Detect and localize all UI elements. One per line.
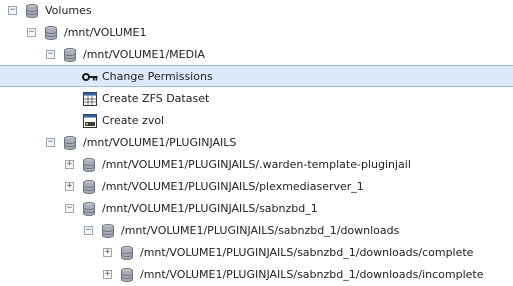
tree-row-label[interactable]: Volumes bbox=[45, 4, 92, 18]
expand-toggle-icon[interactable]: + bbox=[103, 270, 112, 279]
tree-row-create-zfs-dataset[interactable]: Create ZFS Dataset bbox=[0, 88, 513, 110]
collapse-toggle-icon[interactable]: − bbox=[27, 28, 36, 37]
tree-row-media[interactable]: − /mnt/VOLUME1/MEDIA bbox=[0, 44, 513, 66]
expand-toggle-icon[interactable]: + bbox=[103, 248, 112, 257]
tree-row-label[interactable]: /mnt/VOLUME1/PLUGINJAILS/.warden-templat… bbox=[102, 158, 411, 172]
tree-row-label[interactable]: /mnt/VOLUME1/PLUGINJAILS/sabnzbd_1/downl… bbox=[121, 224, 399, 238]
tree-row-label[interactable]: /mnt/VOLUME1 bbox=[64, 26, 146, 40]
tree-row-label[interactable]: /mnt/VOLUME1/PLUGINJAILS/plexmediaserver… bbox=[102, 180, 364, 194]
tree-row-label[interactable]: Create zvol bbox=[102, 114, 164, 128]
tree-row-volumes[interactable]: − Volumes bbox=[0, 0, 513, 22]
database-icon bbox=[62, 47, 78, 63]
tree-row-plexmediaserver[interactable]: + /mnt/VOLUME1/PLUGINJAILS/plexmediaserv… bbox=[0, 176, 513, 198]
dataset-icon bbox=[82, 91, 98, 107]
tree-row-label[interactable]: Change Permissions bbox=[102, 70, 213, 84]
database-icon bbox=[119, 267, 135, 283]
collapse-toggle-icon[interactable]: − bbox=[84, 226, 93, 235]
database-icon bbox=[24, 3, 40, 19]
collapse-toggle-icon[interactable]: − bbox=[65, 204, 74, 213]
tree-row-change-permissions[interactable]: Change Permissions bbox=[0, 65, 513, 87]
tree-row-label[interactable]: /mnt/VOLUME1/PLUGINJAILS bbox=[83, 136, 236, 150]
expand-toggle-icon[interactable]: + bbox=[65, 182, 74, 191]
tree-row-warden-template[interactable]: + /mnt/VOLUME1/PLUGINJAILS/.warden-templ… bbox=[0, 154, 513, 176]
tree-row-volume1[interactable]: − /mnt/VOLUME1 bbox=[0, 22, 513, 44]
volume-tree: − Volumes − /mnt/VOLUME1 − /mnt/VOLUME1/… bbox=[0, 0, 513, 286]
database-icon bbox=[81, 179, 97, 195]
database-icon bbox=[81, 201, 97, 217]
tree-row-label[interactable]: /mnt/VOLUME1/PLUGINJAILS/sabnzbd_1/downl… bbox=[140, 246, 473, 260]
database-icon bbox=[119, 245, 135, 261]
database-icon bbox=[43, 25, 59, 41]
database-icon bbox=[81, 157, 97, 173]
tree-row-create-zvol[interactable]: Create zvol bbox=[0, 110, 513, 132]
database-icon bbox=[100, 223, 116, 239]
expand-toggle-icon[interactable]: + bbox=[65, 160, 74, 169]
tree-row-downloads-complete[interactable]: + /mnt/VOLUME1/PLUGINJAILS/sabnzbd_1/dow… bbox=[0, 242, 513, 264]
tree-row-downloads-incomplete[interactable]: + /mnt/VOLUME1/PLUGINJAILS/sabnzbd_1/dow… bbox=[0, 264, 513, 286]
tree-row-label[interactable]: /mnt/VOLUME1/PLUGINJAILS/sabnzbd_1 bbox=[102, 202, 318, 216]
tree-row-label[interactable]: /mnt/VOLUME1/PLUGINJAILS/sabnzbd_1/downl… bbox=[140, 268, 483, 282]
collapse-toggle-icon[interactable]: − bbox=[8, 6, 17, 15]
key-icon bbox=[82, 69, 98, 85]
zvol-icon bbox=[82, 113, 98, 129]
collapse-toggle-icon[interactable]: − bbox=[46, 50, 55, 59]
tree-row-downloads[interactable]: − /mnt/VOLUME1/PLUGINJAILS/sabnzbd_1/dow… bbox=[0, 220, 513, 242]
tree-row-label[interactable]: Create ZFS Dataset bbox=[102, 92, 209, 106]
tree-row-label[interactable]: /mnt/VOLUME1/MEDIA bbox=[83, 48, 205, 62]
collapse-toggle-icon[interactable]: − bbox=[46, 138, 55, 147]
tree-row-pluginjails[interactable]: − /mnt/VOLUME1/PLUGINJAILS bbox=[0, 132, 513, 154]
database-icon bbox=[62, 135, 78, 151]
tree-row-sabnzbd[interactable]: − /mnt/VOLUME1/PLUGINJAILS/sabnzbd_1 bbox=[0, 198, 513, 220]
